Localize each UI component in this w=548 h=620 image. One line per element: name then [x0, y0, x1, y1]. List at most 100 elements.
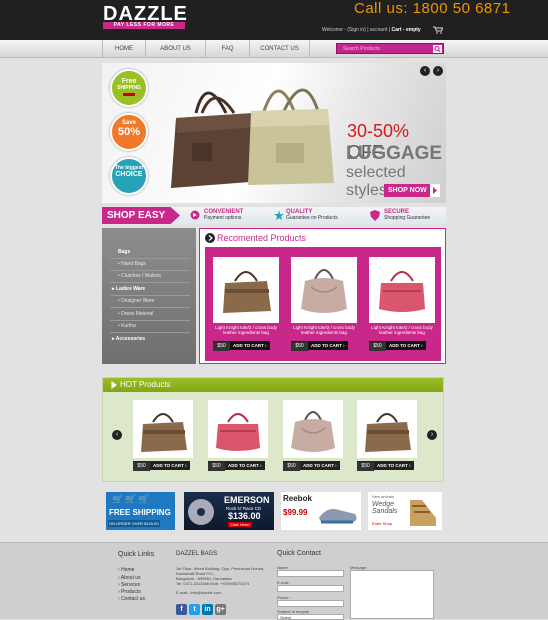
price-cart: $50 ADD TO CART ›	[283, 461, 340, 471]
price-cart: $50 ADD TO CART ›	[213, 341, 270, 351]
recommended-products: Recomented Products Light Knight tote/2 …	[199, 228, 446, 364]
nav-about-us[interactable]: ABOUT US	[146, 40, 206, 58]
main-nav: HOME ABOUT US FAQ CONTACT US Search Prod…	[0, 40, 548, 58]
phone-number: Call us: 1800 50 6871	[354, 0, 511, 17]
account-link[interactable]: account	[370, 27, 388, 33]
arrow-right-icon	[205, 233, 215, 243]
shop-easy-strip: SHOP EASY CONVENIENT Payment options QUAL…	[102, 207, 446, 224]
welcome-text: Welcome	[322, 27, 343, 33]
hot-next-icon[interactable]: ›	[427, 430, 437, 440]
ad-free-shipping[interactable]: 🛒 🛒 🛒 FREE SHIPPING ON ORDER OVER $100.0…	[106, 492, 175, 530]
choice-badge: The biggest CHOICE	[110, 157, 148, 195]
product-image[interactable]	[208, 400, 268, 458]
subject-select[interactable]: Select	[277, 614, 344, 620]
sale-headline: LUGGAGE	[346, 143, 443, 164]
product-desc: Light Knight tote/2 / cross body leather…	[293, 325, 355, 335]
shoe-icon	[319, 509, 357, 524]
cart-icon[interactable]	[433, 26, 443, 34]
product-image[interactable]	[357, 400, 417, 458]
quick-contact-title: Quick Contact	[277, 550, 321, 557]
product-desc: Light Knight tote/2 / cross body leather…	[215, 325, 277, 335]
footer-link-home[interactable]: › Home	[118, 567, 134, 573]
search-button[interactable]	[433, 45, 442, 53]
nav-contact-us[interactable]: CONTACT US	[250, 40, 310, 58]
price-cart: $50 ADD TO CART ›	[291, 341, 348, 351]
ad-reebok[interactable]: Reebok $99.99	[281, 492, 361, 530]
footer	[0, 542, 548, 619]
footer-link-products[interactable]: › Products	[118, 589, 141, 595]
add-to-cart-button[interactable]: ADD TO CART ›	[308, 341, 348, 350]
ad-wedge-sandals[interactable]: New arrivals Wedge Sandals Enter Shop	[368, 492, 442, 530]
top-links: Welcome - (Sign in) | account | Cart - e…	[322, 27, 421, 33]
cat-accessories[interactable]: ▸ Accessories	[112, 336, 145, 342]
free-shipping-badge: Free SHIPPING	[110, 69, 148, 107]
search-input[interactable]: Search Products	[343, 46, 380, 52]
search-icon	[434, 46, 441, 53]
add-to-cart-button[interactable]: ADD TO CART ›	[374, 461, 414, 470]
price-cart: $50 ADD TO CART ›	[369, 341, 426, 351]
product-image[interactable]	[213, 257, 279, 323]
product-image[interactable]	[291, 257, 357, 323]
payment-icon	[190, 210, 200, 220]
product-image[interactable]	[369, 257, 435, 323]
googleplus-icon[interactable]: g+	[215, 604, 226, 615]
tagline: PAY LESS FOR MORE	[103, 22, 185, 29]
shop-easy-label: SHOP EASY	[102, 207, 180, 224]
nav-faq[interactable]: FAQ	[206, 40, 250, 58]
cart-link[interactable]: Cart - empty	[392, 27, 421, 33]
banner-next-icon[interactable]: ›	[433, 66, 443, 76]
play-arrow-icon	[433, 187, 437, 194]
save-badge: Save 50%	[110, 113, 148, 151]
hot-products: HOT Products ‹ › $50 ADD TO CART › $50 ADD…	[102, 377, 444, 482]
add-to-cart-button[interactable]: ADD TO CART ›	[230, 341, 270, 350]
quality-icon	[274, 210, 284, 220]
header: DAZZLE PAY LESS FOR MORE Call us: 1800 5…	[0, 0, 548, 40]
search-box[interactable]: Search Products	[336, 43, 444, 54]
address-title: DAZZEL BAGS	[176, 551, 218, 557]
ad-emerson[interactable]: EMERSON Rock N' Race CD $136.00 Click He…	[184, 492, 274, 530]
hot-prev-icon[interactable]: ‹	[112, 430, 122, 440]
footer-link-contact[interactable]: › Contact us	[118, 596, 145, 602]
add-to-cart-button[interactable]: ADD TO CART ›	[225, 461, 265, 470]
name-input[interactable]	[277, 570, 344, 577]
email-input[interactable]	[277, 585, 344, 592]
shop-now-button[interactable]: SHOP NOW	[384, 184, 440, 197]
feature-secure: SECURE Shopping Guarantee	[384, 209, 431, 221]
cat-bags[interactable]: Bags	[118, 249, 130, 255]
facebook-icon[interactable]: f	[176, 604, 187, 615]
cat-ladies-ware[interactable]: ▸ Ladies Ware	[112, 286, 145, 292]
footer-link-about[interactable]: › About us	[118, 575, 141, 581]
cat-clutches[interactable]: • Clutches / Wallets	[118, 273, 161, 279]
phone-input[interactable]	[277, 600, 344, 607]
footer-email: E-mail : info@dazzle.com	[176, 590, 222, 595]
price-cart: $50 ADD TO CART ›	[208, 461, 265, 471]
cat-kurtha[interactable]: • Kurtha	[118, 323, 136, 329]
product-image[interactable]	[133, 400, 193, 458]
cat-designer-ware[interactable]: • Designer Ware	[118, 298, 154, 304]
cat-hand-bags[interactable]: • Hand Bags	[118, 261, 146, 267]
play-arrow-icon	[111, 381, 117, 389]
message-textarea[interactable]	[350, 570, 434, 619]
quick-links-title: Quick Links	[118, 551, 155, 558]
add-to-cart-button[interactable]: ADD TO CART ›	[150, 461, 190, 470]
banner-prev-icon[interactable]: ‹	[420, 66, 430, 76]
cd-icon	[188, 499, 214, 525]
footer-link-services[interactable]: › Services	[118, 582, 140, 588]
signin-link[interactable]: (Sign in)	[347, 27, 366, 33]
sandal-icon	[410, 500, 436, 526]
add-to-cart-button[interactable]: ADD TO CART ›	[386, 341, 426, 350]
shield-icon	[370, 210, 380, 221]
hot-products-title: HOT Products	[103, 378, 443, 392]
handbags-image	[171, 88, 334, 188]
add-to-cart-button[interactable]: ADD TO CART ›	[300, 461, 340, 470]
product-desc: Light Knight tote/2 / cross body leather…	[371, 325, 433, 335]
twitter-icon[interactable]: t	[189, 604, 200, 615]
nav-home[interactable]: HOME	[102, 40, 146, 58]
cat-dress-material[interactable]: • Dress Meterial	[118, 311, 153, 317]
category-sidebar: Bags • Hand Bags • Clutches / Wallets ▸ …	[102, 228, 196, 364]
product-image[interactable]	[283, 400, 343, 458]
price-cart: $50 ADD TO CART ›	[357, 461, 414, 471]
feature-quality: QUALITY Guarantee on Products	[286, 209, 338, 221]
feature-convenient: CONVENIENT Payment options	[204, 209, 244, 221]
linkedin-icon[interactable]: in	[202, 604, 213, 615]
